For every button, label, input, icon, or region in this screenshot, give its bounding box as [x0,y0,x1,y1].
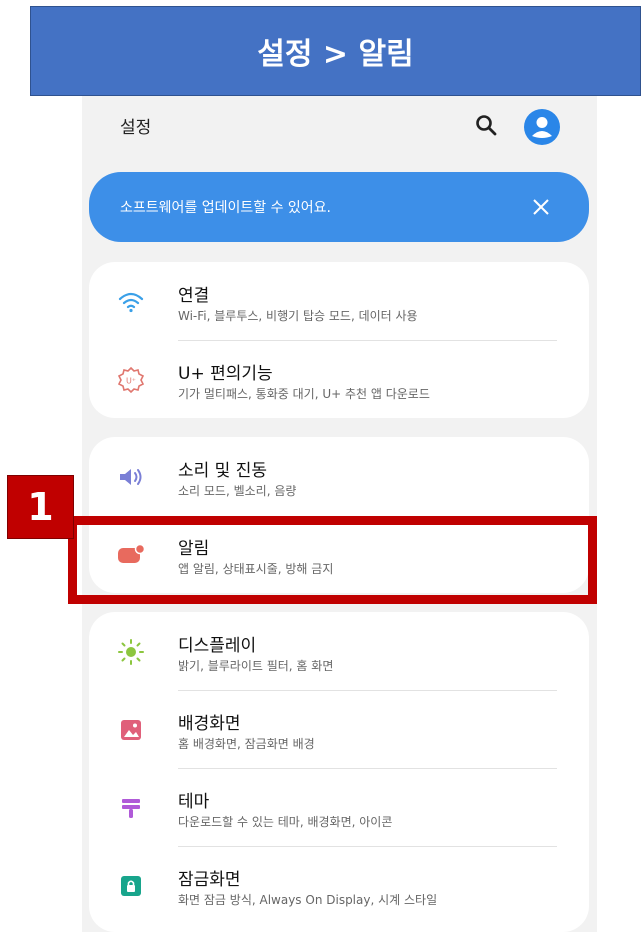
settings-item-title: 테마 [178,792,210,812]
settings-item-title: 잠금화면 [178,870,241,890]
settings-card-connections: 연결 Wi-Fi, 블루투스, 비행기 탑승 모드, 데이터 사용 U⁺ U+ … [89,262,589,418]
u-plus-icon: U⁺ [117,366,145,394]
settings-item-u-plus[interactable]: U⁺ U+ 편의기능 기가 멀티패스, 통화중 대기, U+ 추천 앱 다운로드 [89,340,589,418]
software-update-banner[interactable]: 소프트웨어를 업데이트할 수 있어요. [89,172,589,242]
svg-text:U⁺: U⁺ [126,377,136,386]
highlight-box [68,516,597,604]
settings-item-wallpaper[interactable]: 배경화면 홈 배경화면, 잠금화면 배경 [89,690,589,768]
settings-item-title: 배경화면 [178,714,241,734]
settings-item-subtitle: 화면 잠금 방식, Always On Display, 시계 스타일 [178,893,438,907]
settings-item-connections[interactable]: 연결 Wi-Fi, 블루투스, 비행기 탑승 모드, 데이터 사용 [89,262,589,340]
step-number-badge: 1 [7,475,74,539]
settings-item-title: 소리 및 진동 [178,461,268,481]
settings-item-display[interactable]: 디스플레이 밝기, 블루라이트 필터, 홈 화면 [89,612,589,690]
settings-item-subtitle: 밝기, 블루라이트 필터, 홈 화면 [178,659,334,673]
settings-item-title: 연결 [178,286,210,306]
settings-item-theme[interactable]: 테마 다운로드할 수 있는 테마, 배경화면, 아이콘 [89,768,589,846]
settings-item-title: 디스플레이 [178,636,257,656]
search-icon[interactable] [474,113,498,137]
profile-avatar-icon[interactable] [524,109,560,145]
step-banner: 설정 > 알림 [30,6,641,96]
settings-item-subtitle: 기가 멀티패스, 통화중 대기, U+ 추천 앱 다운로드 [178,387,430,401]
wallpaper-icon [121,720,141,740]
close-icon[interactable] [531,197,551,217]
lock-icon [121,876,141,896]
wifi-icon [118,292,144,313]
page-title: 설정 [120,118,152,138]
settings-item-subtitle: 홈 배경화면, 잠금화면 배경 [178,737,315,751]
settings-item-subtitle: 다운로드할 수 있는 테마, 배경화면, 아이콘 [178,815,393,829]
settings-item-title: U+ 편의기능 [178,364,273,384]
theme-brush-icon [122,799,140,818]
sun-icon [118,639,144,665]
step-banner-title: 설정 > 알림 [257,37,414,72]
speaker-icon [120,469,142,485]
settings-screen: 설정 소프트웨어를 업데이트할 수 있어요. 연결 Wi-Fi, 블루투스, 비… [82,96,597,932]
settings-item-sound[interactable]: 소리 및 진동 소리 모드, 벨소리, 음량 [89,437,589,515]
settings-card-display: 디스플레이 밝기, 블루라이트 필터, 홈 화면 배경화면 홈 배경화면, 잠금… [89,612,589,932]
settings-item-subtitle: Wi-Fi, 블루투스, 비행기 탑승 모드, 데이터 사용 [178,309,418,323]
settings-item-lockscreen[interactable]: 잠금화면 화면 잠금 방식, Always On Display, 시계 스타일 [89,846,589,924]
update-banner-text: 소프트웨어를 업데이트할 수 있어요. [120,200,331,216]
settings-item-subtitle: 소리 모드, 벨소리, 음량 [178,484,297,498]
